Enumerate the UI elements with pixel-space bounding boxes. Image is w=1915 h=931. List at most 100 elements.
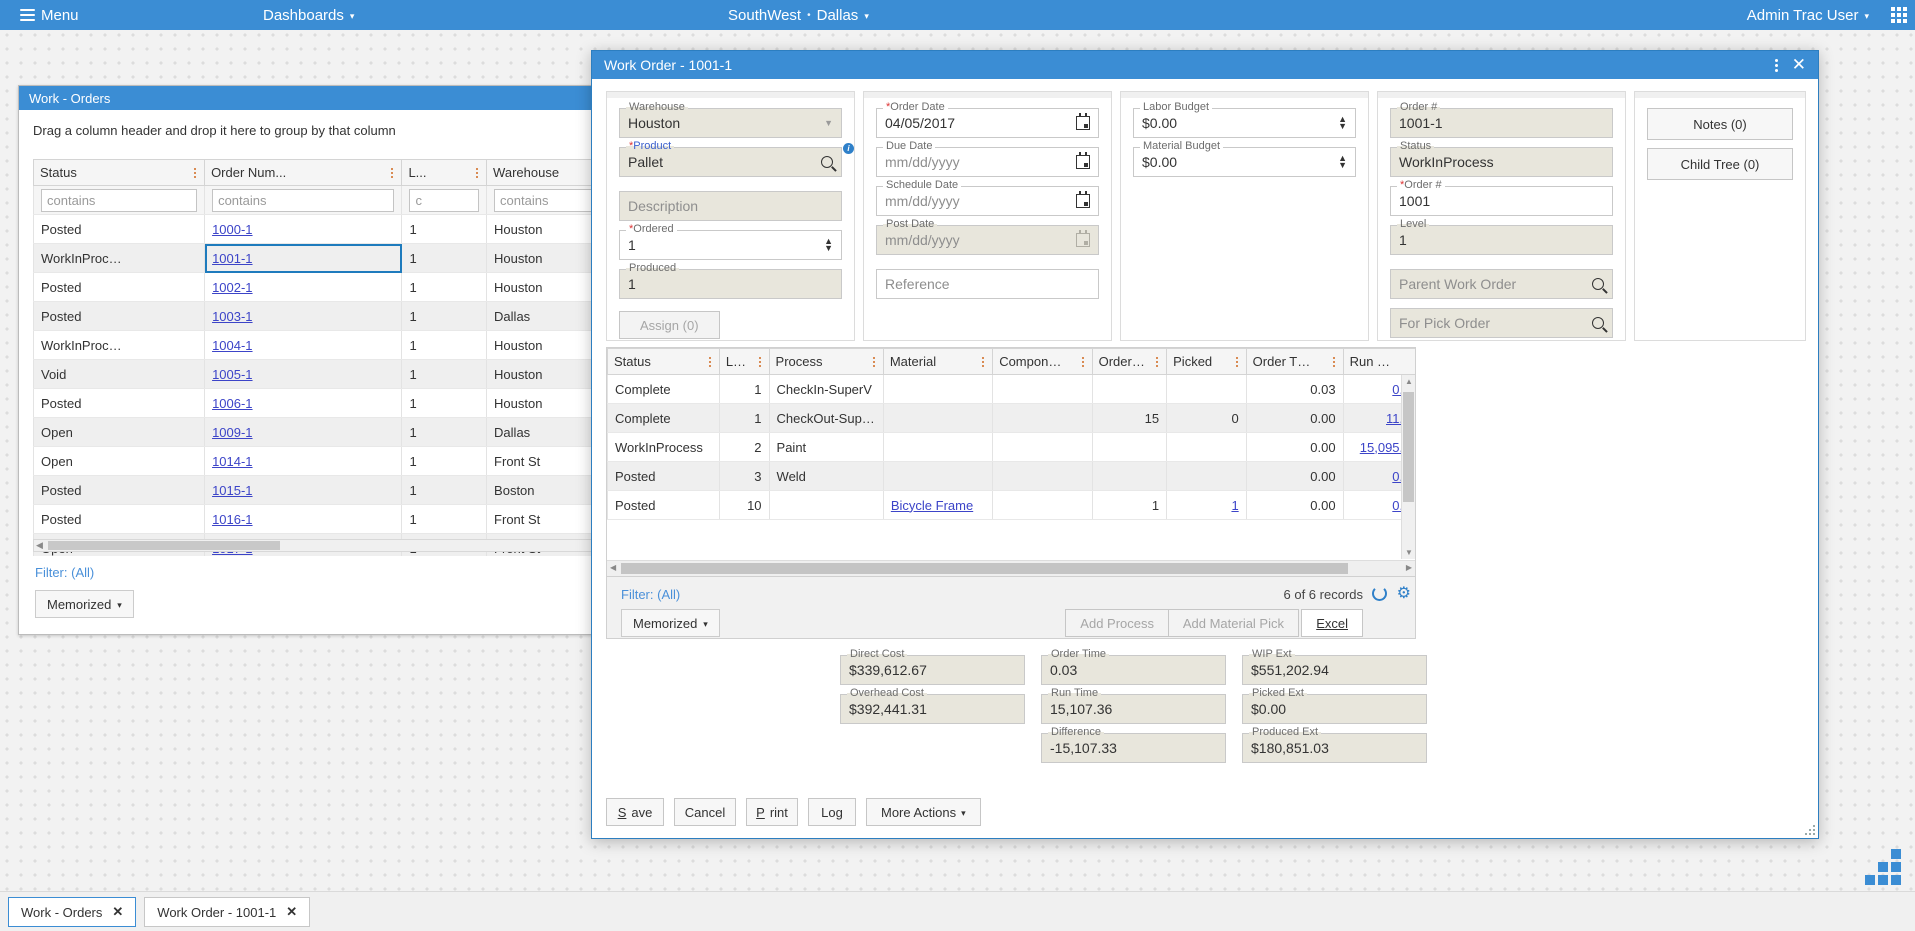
- order-number-link[interactable]: 1015-1: [212, 483, 252, 498]
- cancel-button[interactable]: Cancel: [674, 798, 736, 826]
- process-column-header[interactable]: Material: [882, 348, 994, 375]
- menu-button[interactable]: Menu: [10, 6, 89, 24]
- order-number-link[interactable]: 1003-1: [212, 309, 252, 324]
- apps-grid-icon[interactable]: [1891, 7, 1907, 23]
- scrollbar-thumb[interactable]: [1403, 392, 1414, 502]
- scroll-down-icon[interactable]: ▼: [1405, 548, 1413, 557]
- column-menu-icon[interactable]: [1234, 355, 1240, 369]
- refresh-icon[interactable]: [1372, 586, 1387, 601]
- cell-order-number[interactable]: 1000-1: [204, 214, 403, 244]
- filter-input-status[interactable]: [41, 188, 198, 212]
- scroll-up-icon[interactable]: ▲: [1405, 377, 1413, 386]
- table-row[interactable]: Posted3Weld0.000.000.00: [607, 461, 1415, 491]
- parent-work-order-field[interactable]: [1399, 276, 1592, 292]
- print-button[interactable]: Print: [746, 798, 798, 826]
- process-memorized-dropdown[interactable]: Memorized ▾: [621, 609, 720, 637]
- filter-input-order-number[interactable]: [212, 188, 395, 212]
- modal-menu-icon[interactable]: [1765, 58, 1788, 72]
- assign-button[interactable]: Assign (0): [619, 311, 720, 339]
- process-column-header[interactable]: Process: [768, 348, 884, 375]
- spinner-icon[interactable]: ▲ ▼: [1338, 154, 1347, 170]
- column-menu-icon[interactable]: [389, 166, 395, 180]
- cell-order-number[interactable]: 1006-1: [204, 388, 403, 418]
- column-menu-icon[interactable]: [1413, 355, 1415, 369]
- process-column-header[interactable]: Order T…: [1245, 348, 1344, 375]
- search-icon[interactable]: [1592, 278, 1604, 290]
- description-input[interactable]: [619, 191, 842, 221]
- column-header-order-number[interactable]: Order Num...: [204, 159, 403, 186]
- gear-icon[interactable]: ⚙: [1397, 586, 1411, 602]
- cell-order-number[interactable]: 1005-1: [204, 359, 403, 389]
- close-icon[interactable]: ✕: [112, 904, 123, 920]
- material-link[interactable]: Bicycle Frame: [891, 498, 973, 513]
- description-field[interactable]: [628, 198, 833, 214]
- order-number-link[interactable]: 1005-1: [212, 367, 252, 382]
- order-number-link[interactable]: 1006-1: [212, 396, 252, 411]
- process-column-header[interactable]: Status: [607, 348, 720, 375]
- user-menu[interactable]: Admin Trac User ▾: [1737, 7, 1879, 24]
- dashboards-menu[interactable]: Dashboards ▾: [253, 7, 364, 24]
- modal-title-bar[interactable]: Work Order - 1001-1 ✕: [592, 51, 1818, 79]
- log-button[interactable]: Log: [808, 798, 856, 826]
- cell-picked[interactable]: [1166, 374, 1247, 404]
- search-icon[interactable]: [821, 156, 833, 168]
- cell-order-number[interactable]: 1009-1: [204, 417, 403, 447]
- scroll-left-icon[interactable]: ◀: [36, 541, 43, 550]
- cell-order-number[interactable]: 1014-1: [204, 446, 403, 476]
- child-tree-button[interactable]: Child Tree (0): [1647, 148, 1793, 180]
- table-row[interactable]: Posted10Bicycle Frame110.000.000.00: [607, 490, 1415, 520]
- scroll-left-icon[interactable]: ◀: [610, 563, 616, 572]
- reference-field[interactable]: [885, 276, 1090, 292]
- order-number-link[interactable]: 1000-1: [212, 222, 252, 237]
- cell-material[interactable]: [882, 403, 994, 433]
- column-menu-icon[interactable]: [1154, 355, 1160, 369]
- cell-order-number[interactable]: 1002-1: [204, 272, 403, 302]
- excel-button[interactable]: Excel: [1301, 609, 1363, 637]
- more-actions-button[interactable]: More Actions ▾: [866, 798, 981, 826]
- scrollbar-thumb[interactable]: [621, 563, 1348, 574]
- taskbar-tab[interactable]: Work - Orders ✕: [8, 897, 137, 927]
- cell-material[interactable]: [882, 461, 994, 491]
- for-pick-order-field[interactable]: [1399, 315, 1592, 331]
- resize-grip[interactable]: [1805, 825, 1815, 835]
- process-column-header[interactable]: Order…: [1091, 348, 1168, 375]
- process-grid-horizontal-scrollbar[interactable]: ◀ ▶: [607, 560, 1415, 576]
- filter-input-level[interactable]: [409, 188, 480, 212]
- order-number-link[interactable]: 1001-1: [212, 251, 252, 266]
- search-icon[interactable]: [1592, 317, 1604, 329]
- parent-work-order-lookup[interactable]: [1390, 269, 1613, 299]
- notes-button[interactable]: Notes (0): [1647, 108, 1793, 140]
- scrollbar-thumb[interactable]: [48, 541, 280, 550]
- calendar-icon[interactable]: [1076, 191, 1090, 208]
- spinner-icon[interactable]: ▲ ▼: [1338, 115, 1347, 131]
- order-number-link[interactable]: 1016-1: [212, 512, 252, 527]
- order-number-link[interactable]: 1002-1: [212, 280, 252, 295]
- close-icon[interactable]: ✕: [1788, 56, 1810, 75]
- info-icon[interactable]: i: [843, 143, 854, 154]
- add-material-pick-button[interactable]: Add Material Pick: [1167, 609, 1299, 637]
- table-row[interactable]: Complete1CheckIn-SuperV0.030.020.01: [607, 374, 1415, 404]
- column-menu-icon[interactable]: [474, 166, 480, 180]
- process-column-header[interactable]: L…: [718, 348, 770, 375]
- cell-order-number[interactable]: 1004-1: [204, 330, 403, 360]
- process-filter-all-link[interactable]: Filter: (All): [621, 587, 680, 602]
- column-menu-icon[interactable]: [871, 355, 877, 369]
- cell-picked[interactable]: [1166, 432, 1247, 462]
- scroll-right-icon[interactable]: ▶: [1406, 563, 1412, 572]
- cell-order-number[interactable]: 1015-1: [204, 475, 403, 505]
- cell-picked[interactable]: [1166, 461, 1247, 491]
- process-grid-vertical-scrollbar[interactable]: ▲ ▼: [1401, 375, 1415, 559]
- column-menu-icon[interactable]: [1080, 355, 1086, 369]
- column-header-level[interactable]: L...: [401, 159, 488, 186]
- calendar-icon[interactable]: [1076, 152, 1090, 169]
- order-number-link[interactable]: 1014-1: [212, 454, 252, 469]
- column-menu-icon[interactable]: [707, 355, 713, 369]
- spinner-icon[interactable]: ▲ ▼: [824, 237, 833, 253]
- process-column-header[interactable]: Run …: [1342, 348, 1415, 375]
- cell-order-number[interactable]: 1016-1: [204, 504, 403, 534]
- column-menu-icon[interactable]: [192, 166, 198, 180]
- process-column-header[interactable]: Compon…: [992, 348, 1093, 375]
- column-menu-icon[interactable]: [980, 355, 986, 369]
- add-process-button[interactable]: Add Process: [1065, 609, 1169, 637]
- table-row[interactable]: Complete1CheckOut-Sup…1500.0011.97-11.97: [607, 403, 1415, 433]
